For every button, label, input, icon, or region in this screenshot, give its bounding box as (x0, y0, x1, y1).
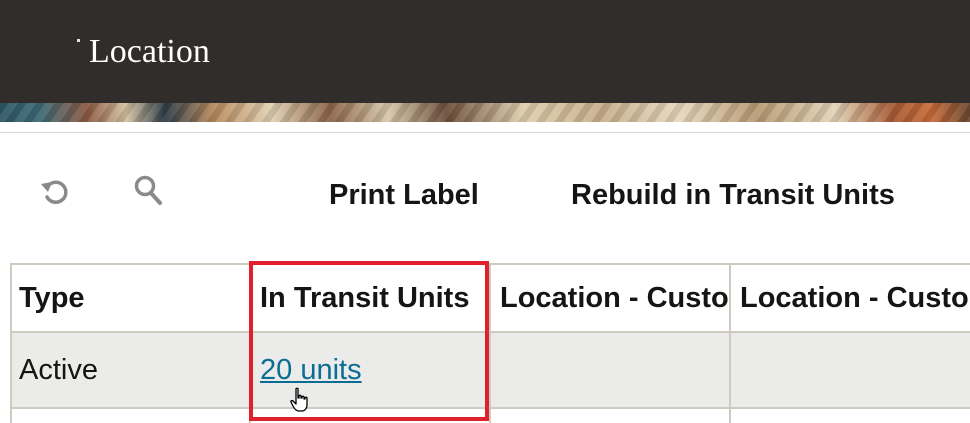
search-icon[interactable] (130, 173, 166, 209)
column-header-location-customer[interactable]: Location - Customer (491, 263, 729, 331)
app-header: Location (0, 0, 970, 103)
cell-location-customer-2 (731, 333, 970, 407)
cell-location-customer (491, 333, 729, 407)
cell-type: Active (19, 354, 98, 386)
rebuild-in-transit-units-button[interactable]: Rebuild in Transit Units (571, 178, 895, 212)
refresh-icon[interactable] (38, 173, 74, 209)
header-decoration (77, 39, 80, 42)
data-table: Type In Transit Units Location - Custome… (10, 263, 970, 423)
column-header-location-customer-2[interactable]: Location - Customer (731, 263, 970, 331)
divider (0, 132, 970, 133)
decorative-banner (0, 103, 970, 122)
highlight-box (249, 261, 489, 421)
page-title: Location (89, 33, 210, 70)
column-header-type[interactable]: Type (10, 263, 249, 331)
hand-cursor-icon (290, 387, 310, 413)
print-label-button[interactable]: Print Label (329, 178, 479, 212)
